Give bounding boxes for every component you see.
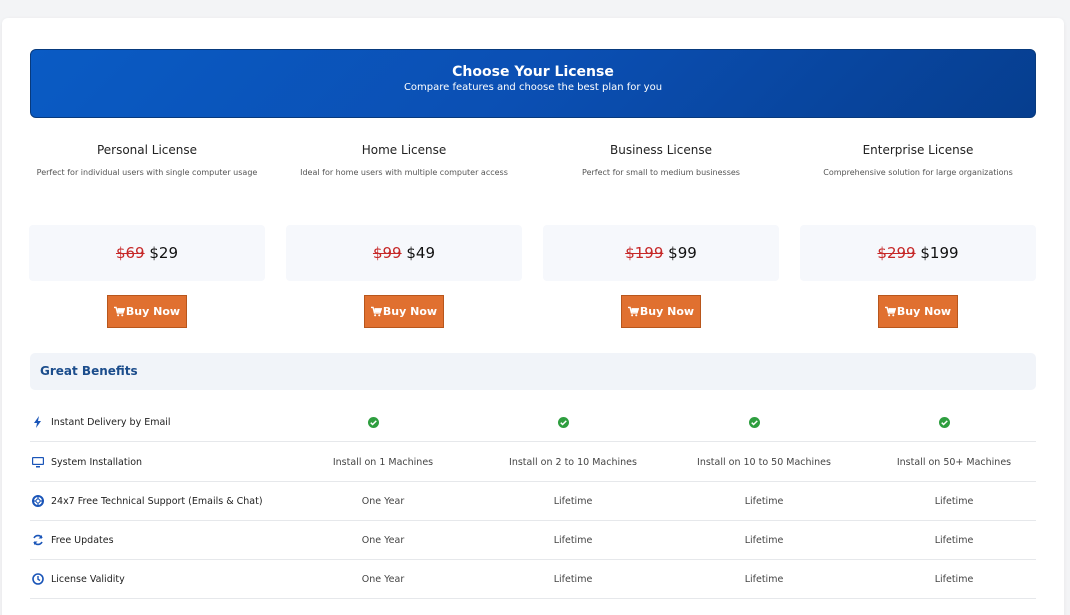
- value-cell: One Year: [361, 535, 405, 546]
- sync-icon: [33, 534, 43, 546]
- check-cell: [849, 403, 1039, 442]
- check-cell: [468, 403, 658, 442]
- price-box-home: $99 $49: [286, 225, 522, 281]
- plan-description: Perfect for individual users with single…: [36, 168, 258, 177]
- benefits-title: Great Benefits: [40, 364, 138, 378]
- buy-now-label: Buy Now: [382, 305, 438, 318]
- buy-now-button-personal[interactable]: Buy Now: [107, 295, 187, 328]
- cart-icon: [370, 306, 382, 317]
- new-price: $29: [149, 244, 179, 262]
- benefit-label: License Validity: [51, 574, 125, 585]
- check-cell: [659, 403, 849, 442]
- plan-name: Home License: [361, 143, 447, 157]
- value-cell: Lifetime: [934, 535, 974, 546]
- check-circle-icon: [557, 417, 569, 428]
- plan-home: Home License Ideal for home users with m…: [286, 138, 522, 177]
- header-subtitle: Compare features and choose the best pla…: [403, 82, 663, 93]
- benefit-row-installation: System Installation Install on 1 Machine…: [30, 443, 1036, 482]
- plan-description: Perfect for small to medium businesses: [582, 168, 740, 177]
- plan-description: Comprehensive solution for large organiz…: [823, 168, 1013, 177]
- benefit-label: 24x7 Free Technical Support (Emails & Ch…: [51, 496, 263, 507]
- new-price: $199: [920, 244, 959, 262]
- value-cell: Install on 1 Machines: [332, 457, 434, 468]
- value-cell: Lifetime: [553, 535, 593, 546]
- old-price: $99: [372, 244, 402, 262]
- value-cell: Lifetime: [934, 496, 974, 507]
- value-cell: One Year: [361, 574, 405, 585]
- check-circle-icon: [748, 417, 760, 428]
- benefits-header: Great Benefits: [30, 353, 1036, 390]
- plan-business: Business License Perfect for small to me…: [543, 138, 779, 177]
- price-box-enterprise: $299 $199: [800, 225, 1036, 281]
- plan-personal: Personal License Perfect for individual …: [29, 138, 265, 177]
- header-title: Choose Your License: [452, 64, 614, 80]
- old-price: $69: [115, 244, 145, 262]
- buy-now-button-business[interactable]: Buy Now: [621, 295, 701, 328]
- value-cell: Lifetime: [744, 535, 784, 546]
- plan-name: Business License: [610, 143, 712, 157]
- value-cell: Install on 50+ Machines: [896, 457, 1012, 468]
- clock-icon: [32, 573, 44, 585]
- plan-description: Ideal for home users with multiple compu…: [300, 168, 508, 177]
- value-cell: Install on 10 to 50 Machines: [697, 457, 831, 468]
- lifebuoy-icon: [32, 495, 44, 507]
- old-price: $299: [877, 244, 916, 262]
- benefit-label: Free Updates: [51, 535, 114, 546]
- buy-now-button-enterprise[interactable]: Buy Now: [878, 295, 958, 328]
- check-cell: [278, 403, 468, 442]
- buy-now-label: Buy Now: [896, 305, 952, 318]
- cart-icon: [627, 306, 639, 317]
- value-cell: Lifetime: [744, 574, 784, 585]
- value-cell: Lifetime: [553, 574, 593, 585]
- plan-enterprise: Enterprise License Comprehensive solutio…: [800, 138, 1036, 177]
- value-cell: Lifetime: [553, 496, 593, 507]
- value-cell: One Year: [361, 496, 405, 507]
- value-cell: Lifetime: [744, 496, 784, 507]
- monitor-icon: [32, 457, 44, 468]
- cart-icon: [113, 306, 125, 317]
- check-circle-icon: [367, 417, 379, 428]
- check-circle-icon: [938, 417, 950, 428]
- benefit-row-updates: Free Updates One Year Lifetime Lifetime …: [30, 521, 1036, 560]
- buy-now-label: Buy Now: [639, 305, 695, 318]
- old-price: $199: [625, 244, 664, 262]
- plan-name: Personal License: [96, 143, 198, 157]
- buy-now-button-home[interactable]: Buy Now: [364, 295, 444, 328]
- price-box-business: $199 $99: [543, 225, 779, 281]
- cart-icon: [884, 306, 896, 317]
- new-price: $49: [406, 244, 436, 262]
- benefit-row-support: 24x7 Free Technical Support (Emails & Ch…: [30, 482, 1036, 521]
- new-price: $99: [668, 244, 697, 262]
- value-cell: Install on 2 to 10 Machines: [509, 457, 637, 468]
- value-cell: Lifetime: [934, 574, 974, 585]
- buy-now-label: Buy Now: [125, 305, 181, 318]
- benefit-label: System Installation: [51, 457, 143, 468]
- license-header: Choose Your License Compare features and…: [30, 49, 1036, 118]
- benefit-row-validity: License Validity One Year Lifetime Lifet…: [30, 560, 1036, 599]
- benefit-row-delivery: Instant Delivery by Email: [30, 403, 1036, 442]
- bolt-icon: [34, 416, 41, 428]
- price-box-personal: $69 $29: [29, 225, 265, 281]
- benefit-label: Instant Delivery by Email: [51, 417, 171, 428]
- plan-name: Enterprise License: [862, 143, 974, 157]
